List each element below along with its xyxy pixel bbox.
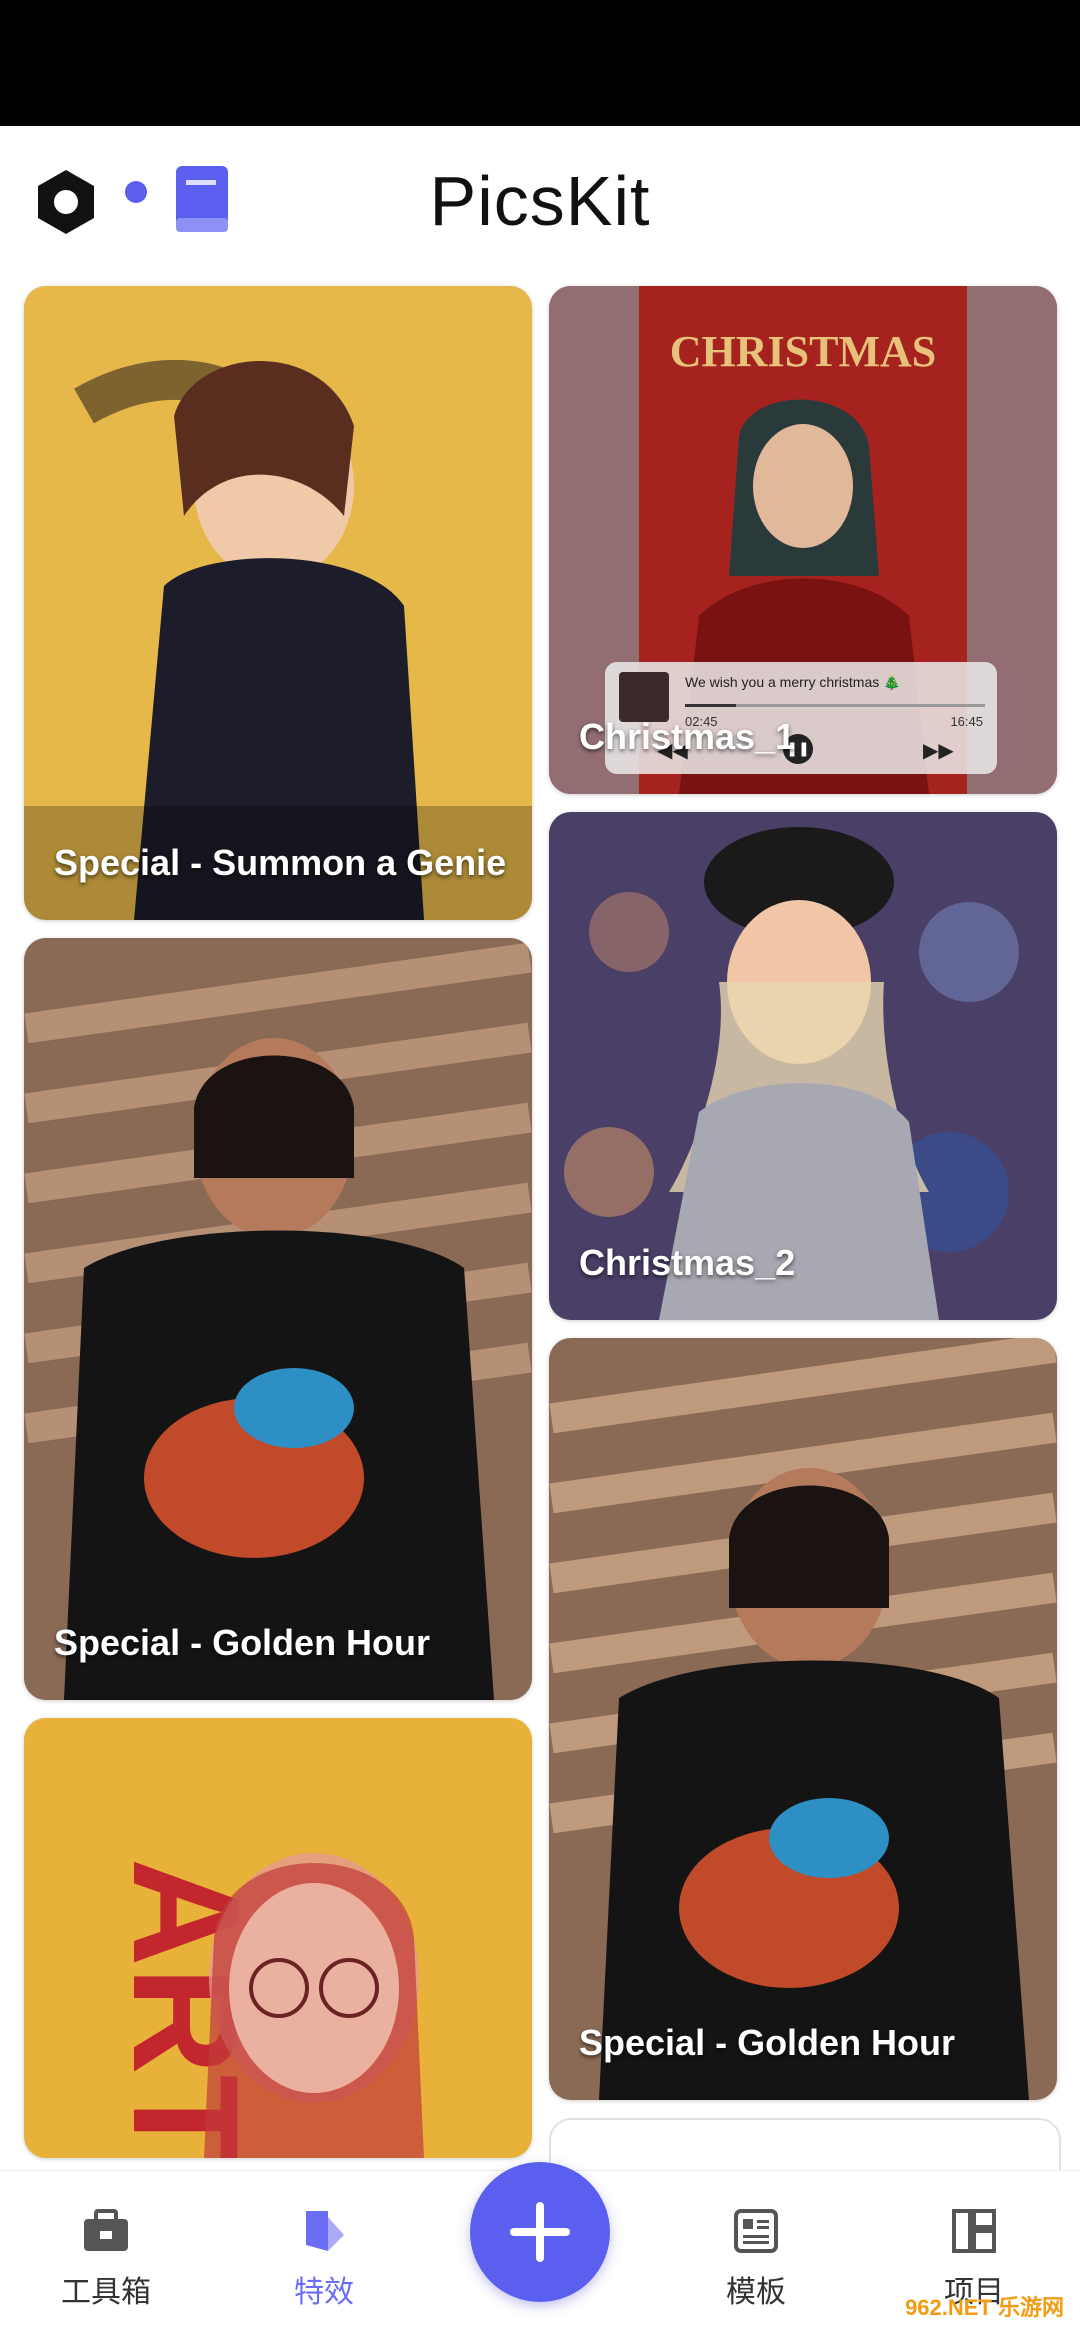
progress-fill <box>685 704 736 707</box>
effect-card-art[interactable]: ART <box>24 1718 532 2158</box>
toolbox-icon <box>84 2209 128 2251</box>
create-button[interactable] <box>470 2162 610 2302</box>
nav-effects[interactable]: 特效 <box>254 2205 394 2311</box>
effects-icon <box>306 2211 344 2251</box>
projects-icon <box>952 2209 996 2253</box>
effect-card-golden-hour-2[interactable]: Special - Golden Hour <box>549 1338 1057 2100</box>
card-label: Christmas_1 <box>579 716 796 757</box>
song-title: We wish you a merry christmas 🎄 <box>685 674 901 690</box>
nav-templates-label: 模板 <box>726 2275 786 2310</box>
fast-forward-icon: ▶▶ <box>923 738 954 762</box>
template-icon <box>734 2209 778 2253</box>
card-label: Special - Summon a Genie <box>54 842 507 883</box>
nav-effects-label: 特效 <box>294 2275 354 2310</box>
progress-bar <box>685 704 985 707</box>
card-image <box>549 1338 1057 2100</box>
nav-templates[interactable]: 模板 <box>686 2205 826 2311</box>
card-label: Special - Golden Hour <box>579 2022 956 2063</box>
svg-text:CHRISTMAS: CHRISTMAS <box>670 327 937 376</box>
nav-tools[interactable]: 工具箱 <box>36 2205 176 2311</box>
nav-tools-label: 工具箱 <box>61 2275 151 2310</box>
app-header: PicsKit <box>0 126 1080 276</box>
app-title: PicsKit <box>429 162 651 240</box>
effect-card-christmas-2[interactable]: Christmas_2 <box>549 812 1057 1320</box>
effect-card-summon-genie[interactable]: Special - Summon a Genie <box>24 286 532 920</box>
album-thumbnail <box>619 672 669 722</box>
card-image <box>24 286 532 920</box>
card-label: Christmas_2 <box>579 1242 796 1283</box>
effect-card-golden-hour[interactable]: Special - Golden Hour <box>24 938 532 1700</box>
card-image: ART <box>24 1718 532 2158</box>
time-total: 16:45 <box>950 714 983 729</box>
effect-card-christmas-1[interactable]: CHRISTMAS We wish you a merry christmas … <box>549 286 1057 794</box>
card-label: Special - Golden Hour <box>54 1622 431 1663</box>
status-bar <box>0 0 1080 126</box>
card-image <box>24 938 532 1700</box>
watermark: 962.NET 乐游网 <box>905 2295 1064 2320</box>
